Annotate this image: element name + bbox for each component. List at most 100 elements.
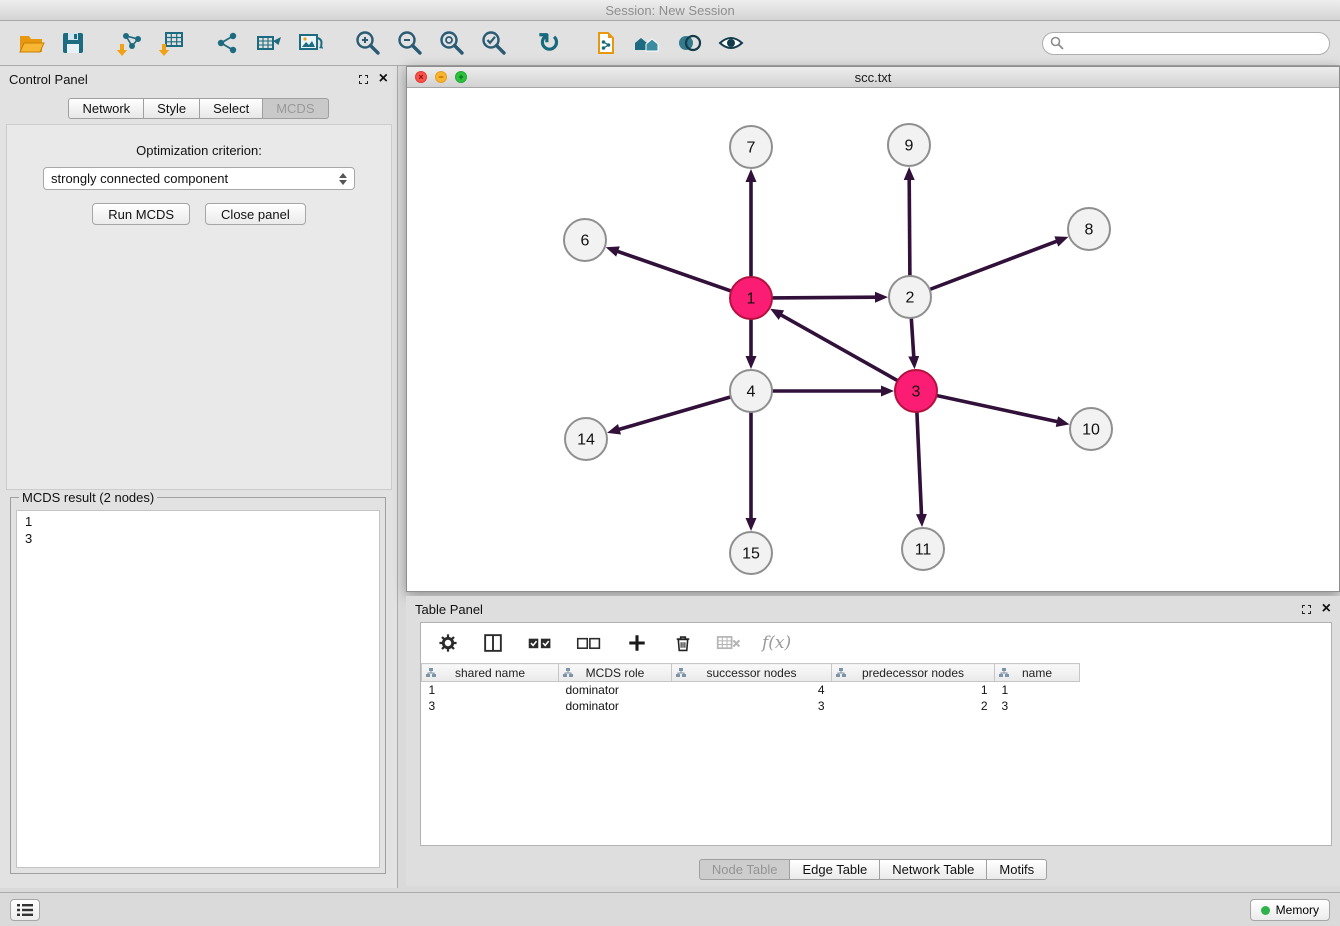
graph-node-label-4: 4: [747, 384, 756, 401]
table-panel-content: f(x) shared name MCDS role successor: [420, 622, 1332, 846]
column-header-name[interactable]: name: [995, 664, 1080, 682]
cell-shared-name[interactable]: 1: [422, 682, 559, 698]
export-table-icon: [255, 29, 283, 57]
graph-edge-2-8[interactable]: [930, 241, 1058, 289]
network-share-icon: [213, 29, 241, 57]
graph-edge-1-6[interactable]: [617, 251, 731, 291]
create-column-button[interactable]: [623, 624, 651, 662]
window-zoom-button[interactable]: +: [455, 71, 467, 83]
cell-mcds-role[interactable]: dominator: [559, 698, 672, 714]
optimization-criterion-label: Optimization criterion:: [7, 143, 391, 158]
show-column-panel-button[interactable]: [480, 624, 506, 662]
open-folder-icon: [17, 29, 45, 57]
graph-node-label-6: 6: [581, 233, 590, 250]
close-panel-icon[interactable]: ×: [379, 73, 388, 85]
graph-edge-3-1[interactable]: [781, 315, 898, 381]
cell-predecessor-nodes[interactable]: 1: [832, 682, 995, 698]
control-panel: Control Panel × Network Style Select MCD…: [0, 66, 398, 888]
export-table-button[interactable]: [248, 24, 290, 62]
network-window-title: scc.txt: [407, 70, 1339, 85]
new-network-button[interactable]: [206, 24, 248, 62]
export-image-button[interactable]: [290, 24, 332, 62]
column-header-successor-nodes[interactable]: successor nodes: [672, 664, 832, 682]
table-row[interactable]: 1 dominator 4 1 1: [422, 682, 1080, 698]
tab-edge-table[interactable]: Edge Table: [790, 859, 880, 880]
graph-node-label-9: 9: [905, 138, 914, 155]
tab-node-table[interactable]: Node Table: [699, 859, 791, 880]
cell-shared-name[interactable]: 3: [422, 698, 559, 714]
network-graph[interactable]: 7968124314101511: [407, 88, 1339, 591]
unchecked-boxes-icon: [576, 632, 602, 654]
zoom-out-button[interactable]: [388, 24, 430, 62]
refresh-button[interactable]: ↻: [528, 24, 570, 62]
cell-mcds-role[interactable]: dominator: [559, 682, 672, 698]
cell-predecessor-nodes[interactable]: 2: [832, 698, 995, 714]
zoom-in-button[interactable]: [346, 24, 388, 62]
tab-select[interactable]: Select: [200, 98, 263, 119]
graph-edge-1-2[interactable]: [772, 297, 876, 298]
cell-successor-nodes[interactable]: 3: [672, 698, 832, 714]
mcds-result-list[interactable]: 1 3: [16, 510, 380, 868]
control-panel-header: Control Panel ×: [0, 66, 397, 92]
graph-edge-4-14[interactable]: [619, 397, 731, 430]
import-table-button[interactable]: [150, 24, 192, 62]
deselect-all-rows-button[interactable]: [574, 624, 604, 662]
memory-label: Memory: [1276, 903, 1319, 917]
network-window-titlebar: × − + scc.txt: [407, 67, 1339, 88]
search-box: [1042, 32, 1330, 55]
tab-motifs[interactable]: Motifs: [987, 859, 1047, 880]
cell-name[interactable]: 3: [995, 698, 1080, 714]
function-builder-button[interactable]: f(x): [762, 633, 791, 653]
tab-network-table[interactable]: Network Table: [880, 859, 987, 880]
import-network-button[interactable]: [108, 24, 150, 62]
zoom-fit-button[interactable]: [430, 24, 472, 62]
select-all-rows-button[interactable]: [525, 624, 555, 662]
table-toolbar: f(x): [421, 623, 1331, 663]
tab-network[interactable]: Network: [68, 98, 144, 119]
cell-name[interactable]: 1: [995, 682, 1080, 698]
tab-mcds[interactable]: MCDS: [263, 98, 328, 119]
column-header-mcds-role[interactable]: MCDS role: [559, 664, 672, 682]
memory-status-icon: [1261, 906, 1270, 915]
main-toolbar: ↻: [0, 21, 1340, 66]
graph-node-label-10: 10: [1082, 422, 1100, 439]
save-icon: [59, 29, 87, 57]
delete-column-button[interactable]: [670, 624, 696, 662]
cell-successor-nodes[interactable]: 4: [672, 682, 832, 698]
save-session-button[interactable]: [52, 24, 94, 62]
table-row[interactable]: 3 dominator 3 2 3: [422, 698, 1080, 714]
zoom-selected-button[interactable]: [472, 24, 514, 62]
columns-icon: [482, 632, 504, 654]
export-image-icon: [297, 29, 325, 57]
table-panel-tabs: Node Table Edge Table Network Table Moti…: [406, 859, 1340, 880]
column-header-shared-name[interactable]: shared name: [422, 664, 559, 682]
float-panel-icon[interactable]: [359, 75, 368, 84]
window-minimize-button[interactable]: −: [435, 71, 447, 83]
optimization-dropdown[interactable]: strongly connected component: [43, 167, 355, 190]
close-panel-button[interactable]: Close panel: [205, 203, 306, 225]
delete-table-button[interactable]: [715, 624, 743, 662]
task-history-button[interactable]: [10, 899, 40, 921]
float-table-panel-icon[interactable]: [1302, 605, 1311, 614]
column-type-icon: [676, 668, 686, 678]
search-input[interactable]: [1064, 36, 1322, 50]
window-close-button[interactable]: ×: [415, 71, 427, 83]
show-hide-button[interactable]: [710, 24, 752, 62]
open-file-button[interactable]: [10, 24, 52, 62]
tab-style[interactable]: Style: [144, 98, 200, 119]
graph-edge-3-11[interactable]: [917, 412, 922, 515]
graph-edge-2-3[interactable]: [911, 318, 914, 357]
graph-edge-3-10[interactable]: [937, 396, 1058, 422]
run-mcds-button[interactable]: Run MCDS: [92, 203, 190, 225]
first-neighbors-button[interactable]: [626, 24, 668, 62]
memory-button[interactable]: Memory: [1250, 899, 1330, 921]
table-settings-button[interactable]: [435, 624, 461, 662]
table-panel: Table Panel ×: [406, 596, 1340, 886]
close-table-panel-icon[interactable]: ×: [1322, 603, 1331, 615]
column-type-icon: [999, 668, 1009, 678]
copy-network-button[interactable]: [584, 24, 626, 62]
graph-edge-2-9[interactable]: [909, 179, 910, 276]
apply-style-button[interactable]: [668, 24, 710, 62]
column-header-predecessor-nodes[interactable]: predecessor nodes: [832, 664, 995, 682]
control-panel-title: Control Panel: [9, 72, 88, 87]
